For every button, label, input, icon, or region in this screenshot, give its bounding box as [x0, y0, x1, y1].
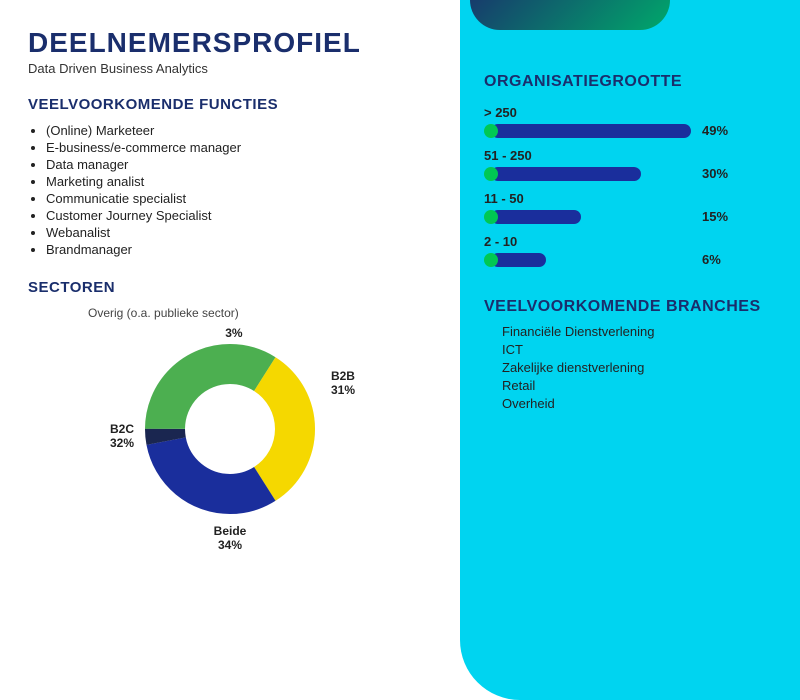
branch-item-5: Overheid [502, 396, 776, 411]
donut-b2c-label: B2C 32% [110, 422, 134, 450]
branches-list: Financiële Dienstverlening ICT Zakelijke… [484, 324, 776, 411]
branch-item-2: ICT [502, 342, 776, 357]
list-item: Marketing analist [46, 174, 432, 189]
bar-pct-2: 30% [702, 166, 728, 181]
list-item: E-business/e-commerce manager [46, 140, 432, 155]
main-title: DEELNEMERSPROFIEL [28, 28, 432, 59]
bar-dot-1 [484, 124, 498, 138]
donut-svg [110, 324, 350, 534]
bar-dot-3 [484, 210, 498, 224]
bar-fill-1 [491, 124, 691, 138]
bar-label-3: 11 - 50 [484, 191, 776, 206]
bar-dot-4 [484, 253, 498, 267]
right-panel: ORGANISATIEGROOTTE > 250 49% 51 - 250 30… [460, 0, 800, 700]
bar-row-4: 2 - 10 6% [484, 234, 776, 267]
bar-wrapper-1: 49% [484, 123, 776, 138]
list-item: Data manager [46, 157, 432, 172]
branch-item-4: Retail [502, 378, 776, 393]
org-section: ORGANISATIEGROOTTE > 250 49% 51 - 250 30… [484, 73, 776, 267]
functies-list: (Online) Marketeer E-business/e-commerce… [28, 123, 432, 257]
donut-overig-pct: 3% [225, 326, 242, 340]
bar-row-1: > 250 49% [484, 105, 776, 138]
list-item: (Online) Marketeer [46, 123, 432, 138]
bar-label-2: 51 - 250 [484, 148, 776, 163]
bar-pct-3: 15% [702, 209, 728, 224]
bar-row-3: 11 - 50 15% [484, 191, 776, 224]
sectoren-overig-label: Overig (o.a. publieke sector) [88, 306, 432, 320]
branches-title: VEELVOORKOMENDE BRANCHES [484, 297, 776, 316]
bar-fill-4 [491, 253, 546, 267]
bar-wrapper-3: 15% [484, 209, 776, 224]
donut-b2b-label: B2B 31% [331, 369, 355, 397]
main-subtitle: Data Driven Business Analytics [28, 61, 432, 76]
org-title: ORGANISATIEGROOTTE [484, 73, 776, 91]
bar-pct-4: 6% [702, 252, 721, 267]
sectoren-section: SECTOREN Overig (o.a. publieke sector) [28, 279, 432, 544]
bar-track-1 [484, 124, 694, 138]
bar-dot-2 [484, 167, 498, 181]
bar-fill-2 [491, 167, 641, 181]
functies-title: VEELVOORKOMENDE FUNCTIES [28, 96, 432, 113]
list-item: Customer Journey Specialist [46, 208, 432, 223]
bar-track-3 [484, 210, 694, 224]
bar-wrapper-4: 6% [484, 252, 776, 267]
donut-chart: 3% B2B 31% B2C 32% Beide 34% [110, 324, 350, 544]
donut-beide-label: Beide 34% [214, 524, 247, 552]
bar-fill-3 [491, 210, 581, 224]
left-panel: DEELNEMERSPROFIEL Data Driven Business A… [0, 0, 460, 700]
list-item: Brandmanager [46, 242, 432, 257]
bar-wrapper-2: 30% [484, 166, 776, 181]
bar-label-4: 2 - 10 [484, 234, 776, 249]
sectoren-title: SECTOREN [28, 279, 432, 296]
bar-row-2: 51 - 250 30% [484, 148, 776, 181]
list-item: Communicatie specialist [46, 191, 432, 206]
branch-item-3: Zakelijke dienstverlening [502, 360, 776, 375]
list-item: Webanalist [46, 225, 432, 240]
branch-item-1: Financiële Dienstverlening [502, 324, 776, 339]
bar-label-1: > 250 [484, 105, 776, 120]
bar-pct-1: 49% [702, 123, 728, 138]
bar-track-2 [484, 167, 694, 181]
branches-section: VEELVOORKOMENDE BRANCHES Financiële Dien… [484, 297, 776, 411]
bar-track-4 [484, 253, 694, 267]
functies-section: VEELVOORKOMENDE FUNCTIES (Online) Market… [28, 96, 432, 257]
